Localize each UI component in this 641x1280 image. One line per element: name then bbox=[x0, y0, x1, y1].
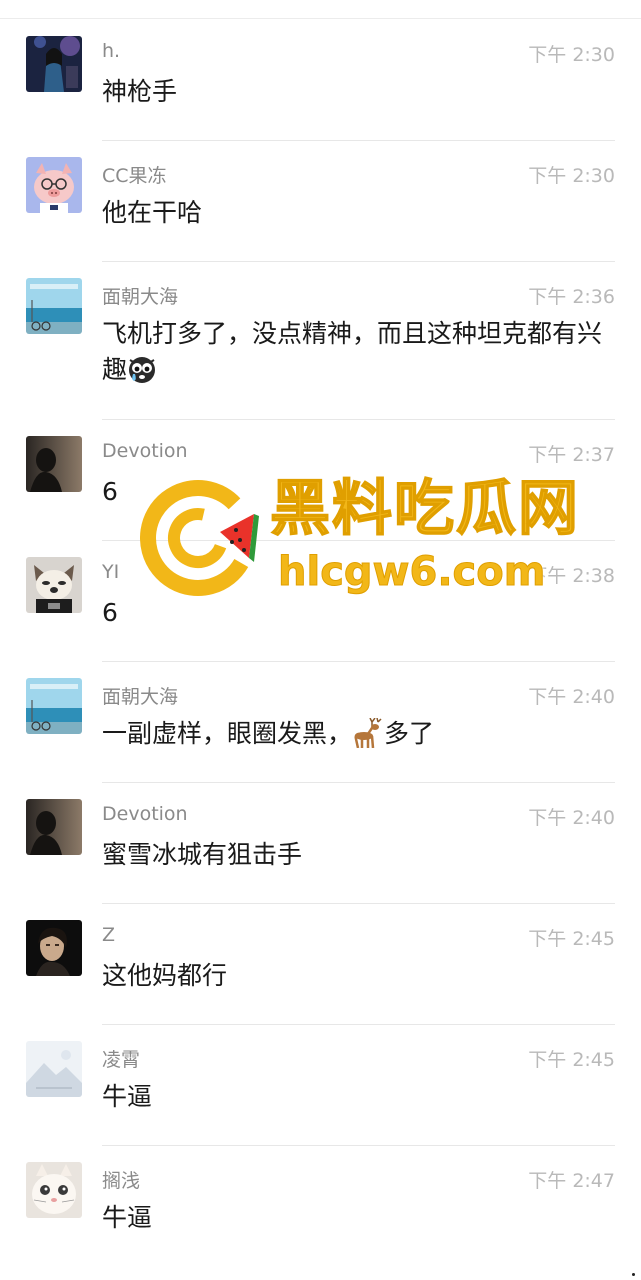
avatar[interactable] bbox=[26, 278, 82, 334]
sender-name: 面朝大海 bbox=[102, 686, 179, 708]
timestamp: 下午 2:38 bbox=[528, 565, 615, 587]
list-item[interactable]: 面朝大海 下午 2:36 飞机打多了，没点精神，而且这种坦克都有兴趣 bbox=[0, 262, 641, 420]
message-text: 这他妈都行 bbox=[102, 961, 228, 990]
avatar[interactable] bbox=[26, 1041, 82, 1097]
comment-list: h. 下午 2:30 神枪手 CC果冻 下午 2:30 他在干哈 面朝大海 下午… bbox=[0, 20, 641, 1267]
timestamp: 下午 2:36 bbox=[528, 286, 615, 308]
list-item[interactable]: h. 下午 2:30 神枪手 bbox=[0, 20, 641, 141]
avatar[interactable] bbox=[26, 1162, 82, 1218]
message-text: 他在干哈 bbox=[102, 198, 203, 227]
list-item[interactable]: 搁浅 下午 2:47 牛逼 bbox=[0, 1146, 641, 1267]
crying-face-icon bbox=[127, 354, 157, 384]
message-text: 一副虚样，眼圈发黑， 多了 bbox=[102, 716, 607, 752]
timestamp: 下午 2:45 bbox=[528, 1049, 615, 1071]
message-text: 神枪手 bbox=[102, 77, 178, 106]
timestamp: 下午 2:45 bbox=[528, 928, 615, 950]
list-item[interactable]: Devotion 下午 2:37 6 bbox=[0, 420, 641, 541]
list-item[interactable]: CC果冻 下午 2:30 他在干哈 bbox=[0, 141, 641, 262]
sender-name: 凌霄 bbox=[102, 1049, 141, 1071]
message-text-after: 多了 bbox=[384, 719, 435, 748]
avatar[interactable] bbox=[26, 920, 82, 976]
list-item[interactable]: YI 下午 2:38 6 bbox=[0, 541, 641, 662]
list-item[interactable]: 凌霄 下午 2:45 牛逼 bbox=[0, 1025, 641, 1146]
deer-icon bbox=[352, 717, 384, 749]
sender-name: Devotion bbox=[102, 440, 188, 462]
message-text: 牛逼 bbox=[102, 1082, 153, 1111]
message-text: 牛逼 bbox=[102, 1203, 153, 1232]
timestamp: 下午 2:37 bbox=[528, 444, 615, 466]
corner-dot bbox=[632, 1273, 635, 1276]
sender-name: Z bbox=[102, 924, 116, 946]
sender-name: CC果冻 bbox=[102, 165, 167, 187]
avatar[interactable] bbox=[26, 36, 82, 92]
message-text: 蜜雪冰城有狙击手 bbox=[102, 840, 303, 869]
top-divider bbox=[0, 18, 641, 19]
message-text-content: 飞机打多了，没点精神，而且这种坦克都有兴趣 bbox=[102, 319, 603, 384]
message-text: 6 bbox=[102, 598, 118, 627]
timestamp: 下午 2:47 bbox=[528, 1170, 615, 1192]
timestamp: 下午 2:30 bbox=[528, 44, 615, 66]
avatar[interactable] bbox=[26, 157, 82, 213]
sender-name: 搁浅 bbox=[102, 1170, 141, 1192]
message-text-before: 一副虚样，眼圈发黑， bbox=[102, 719, 353, 748]
sender-name: Devotion bbox=[102, 803, 188, 825]
avatar[interactable] bbox=[26, 557, 82, 613]
avatar[interactable] bbox=[26, 678, 82, 734]
sender-name: 面朝大海 bbox=[102, 286, 179, 308]
list-item[interactable]: Z 下午 2:45 这他妈都行 bbox=[0, 904, 641, 1025]
sender-name: YI bbox=[102, 561, 120, 583]
timestamp: 下午 2:40 bbox=[528, 686, 615, 708]
message-text: 飞机打多了，没点精神，而且这种坦克都有兴趣 bbox=[102, 316, 607, 388]
timestamp: 下午 2:40 bbox=[528, 807, 615, 829]
list-item[interactable]: Devotion 下午 2:40 蜜雪冰城有狙击手 bbox=[0, 783, 641, 904]
sender-name: h. bbox=[102, 40, 121, 62]
avatar[interactable] bbox=[26, 436, 82, 492]
avatar[interactable] bbox=[26, 799, 82, 855]
timestamp: 下午 2:30 bbox=[528, 165, 615, 187]
list-item[interactable]: 面朝大海 下午 2:40 一副虚样，眼圈发黑， 多了 bbox=[0, 662, 641, 783]
message-text: 6 bbox=[102, 477, 118, 506]
